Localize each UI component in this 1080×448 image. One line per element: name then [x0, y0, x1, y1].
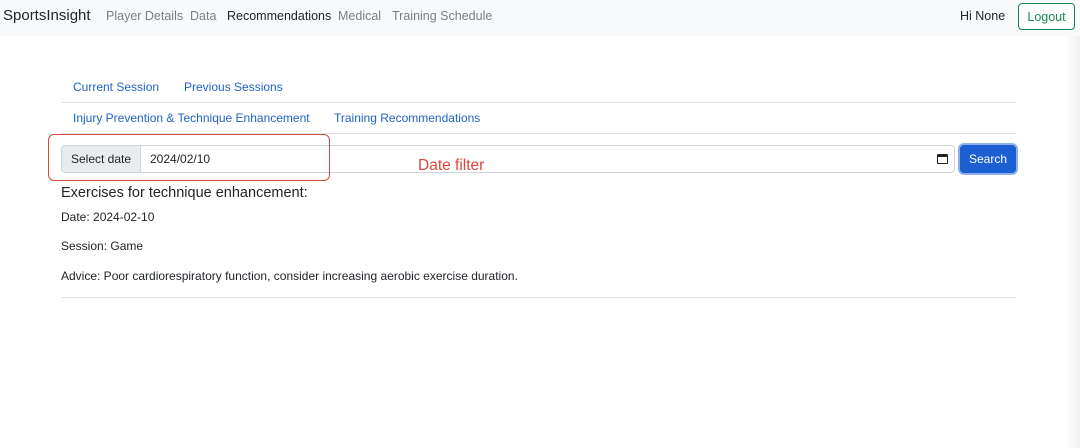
nav-data[interactable]: Data	[190, 9, 216, 23]
tab-current-session[interactable]: Current Session	[73, 80, 159, 94]
search-button[interactable]: Search	[960, 145, 1016, 173]
annotation-highlight-box	[48, 134, 330, 181]
section-heading: Exercises for technique enhancement:	[61, 185, 308, 201]
result-divider	[61, 297, 1016, 298]
nav-recommendations[interactable]: Recommendations	[227, 9, 331, 23]
calendar-icon[interactable]	[937, 154, 948, 164]
annotation-label: Date filter	[418, 157, 485, 174]
nav-training-schedule[interactable]: Training Schedule	[392, 9, 492, 23]
nav-player-details[interactable]: Player Details	[106, 9, 183, 23]
tabs-divider	[61, 102, 1016, 103]
result-session: Session: Game	[61, 239, 144, 253]
logout-button[interactable]: Logout	[1018, 3, 1075, 30]
user-greeting: Hi None	[960, 9, 1006, 23]
nav-medical[interactable]: Medical	[338, 9, 381, 23]
tab-training-recommendations[interactable]: Training Recommendations	[334, 111, 480, 125]
tab-previous-sessions[interactable]: Previous Sessions	[184, 80, 283, 94]
result-advice: Advice: Poor cardiorespiratory function,…	[61, 269, 518, 283]
page-scrollbar[interactable]	[1063, 36, 1080, 448]
brand-logo[interactable]: SportsInsight	[3, 7, 91, 24]
top-navbar: SportsInsight Player Details Data Recomm…	[0, 0, 1080, 36]
result-date: Date: 2024-02-10	[61, 210, 155, 224]
tab-injury-prevention[interactable]: Injury Prevention & Technique Enhancemen…	[73, 111, 310, 125]
